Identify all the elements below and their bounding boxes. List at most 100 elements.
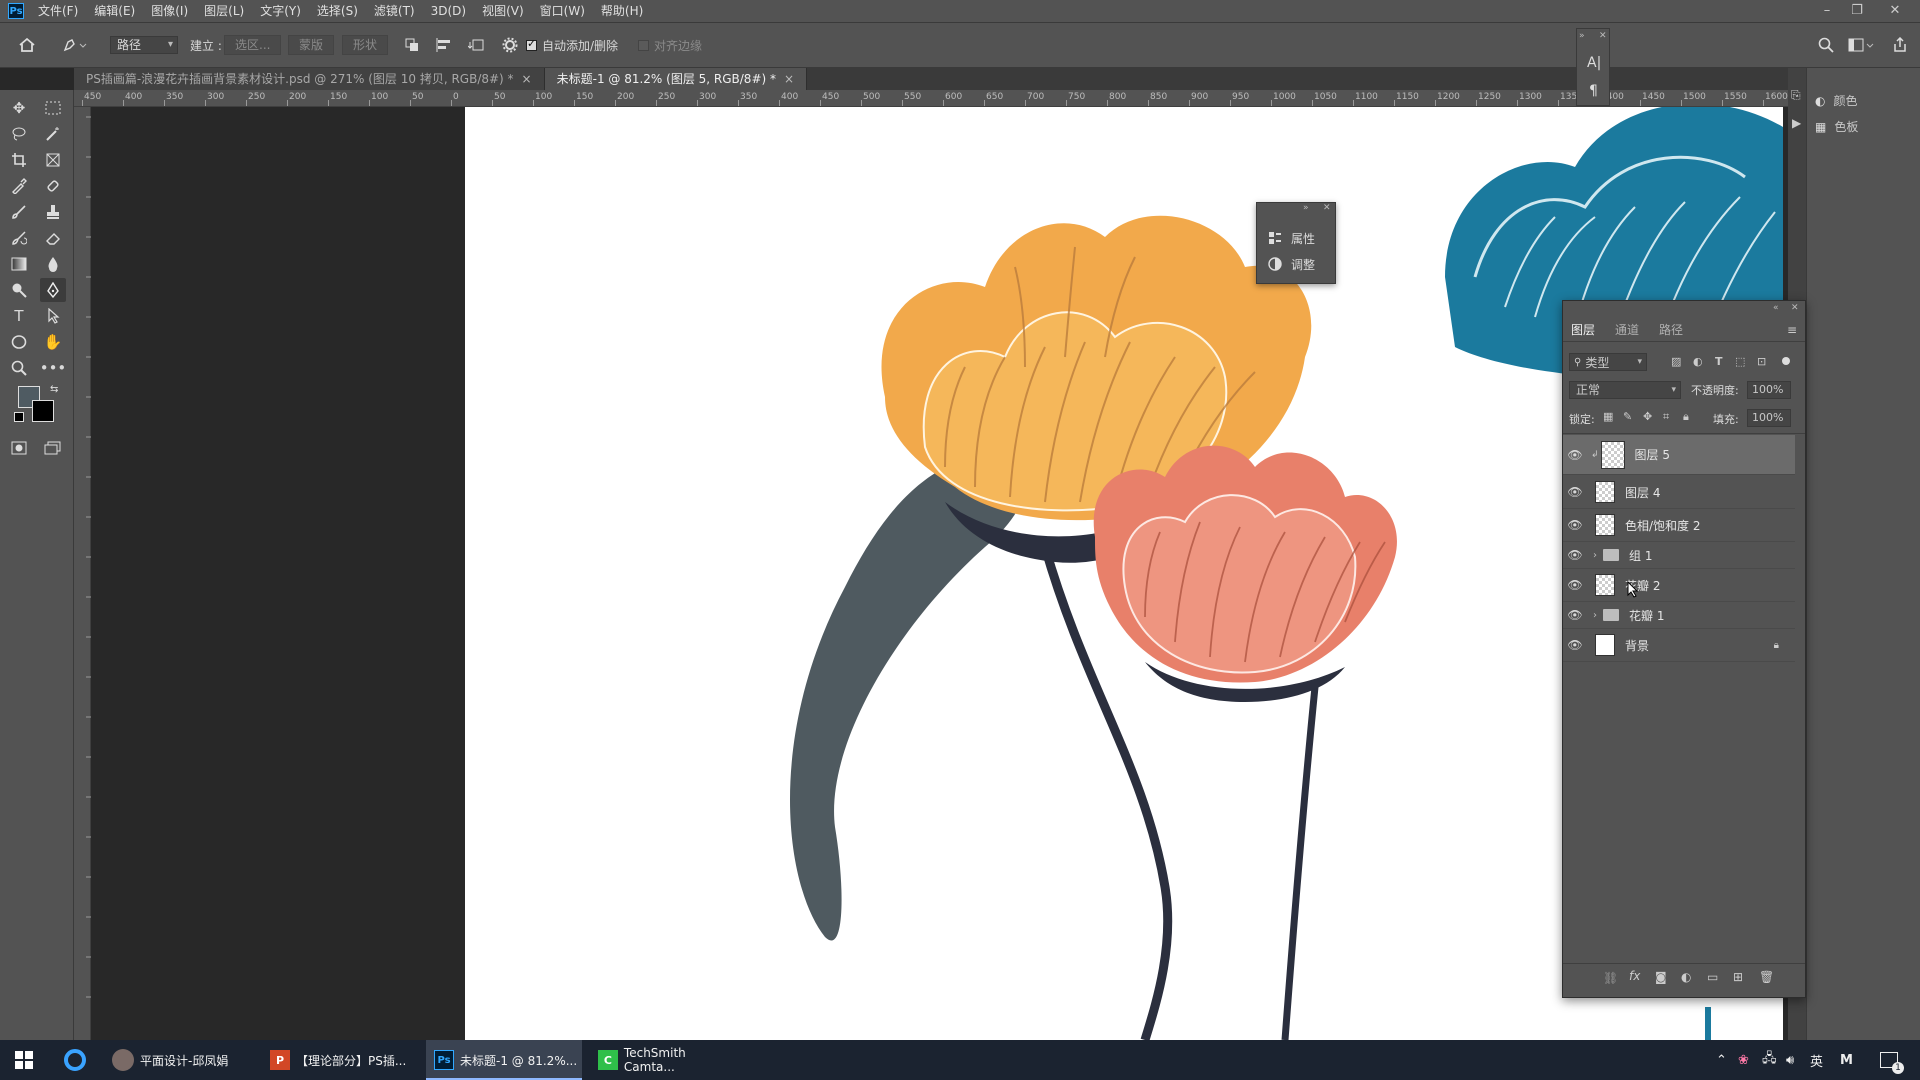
new-adjustment-icon[interactable]: ◐ xyxy=(1681,970,1691,984)
filter-adjustment-icon[interactable]: ◐ xyxy=(1693,355,1703,368)
menu-layer[interactable]: 图层(L) xyxy=(196,0,252,22)
windows-start-icon[interactable] xyxy=(10,1040,38,1080)
default-colors-icon[interactable] xyxy=(14,412,24,422)
swap-colors-icon[interactable]: ⇆ xyxy=(50,384,58,395)
quick-mask-icon[interactable] xyxy=(6,436,32,460)
path-arrangement-icon[interactable] xyxy=(468,23,486,67)
lock-artboard-icon[interactable]: ⌗ xyxy=(1663,410,1669,424)
opacity-input[interactable]: 100% xyxy=(1747,381,1791,399)
tray-overflow-icon[interactable]: ⌃ xyxy=(1716,1040,1727,1080)
make-shape-button[interactable]: 形状 xyxy=(342,35,389,55)
history-brush-icon[interactable] xyxy=(6,226,32,250)
visibility-eye-icon[interactable]: 👁︎ xyxy=(1563,518,1587,532)
make-mask-button[interactable]: 蒙版 xyxy=(288,35,335,55)
type-tool-icon[interactable]: T xyxy=(6,304,32,328)
layer-row[interactable]: 👁︎ 图层 4 xyxy=(1563,476,1795,509)
collapse-icon[interactable]: » xyxy=(1303,203,1309,213)
blur-tool-icon[interactable] xyxy=(40,252,66,276)
pen-tool-icon[interactable] xyxy=(40,278,66,302)
gear-icon[interactable] xyxy=(502,23,518,67)
lock-all-icon[interactable]: 🔒︎ xyxy=(1683,410,1689,424)
swatches-panel-tab[interactable]: ▦ 色板 xyxy=(1815,118,1858,135)
healing-brush-icon[interactable] xyxy=(40,174,66,198)
network-icon[interactable]: 🖧︎ xyxy=(1762,1040,1777,1080)
tab-psd-document[interactable]: PS插画篇-浪漫花卉插画背景素材设计.psd @ 271% (图层 10 拷贝,… xyxy=(74,68,545,90)
tab-untitled-1[interactable]: 未标题-1 @ 81.2% (图层 5, RGB/8#) * × xyxy=(544,68,808,90)
panel-menu-icon[interactable]: ≡ xyxy=(1787,323,1797,337)
layer-row[interactable]: 👁︎ 背景 🔒︎ xyxy=(1563,629,1795,662)
history-icon[interactable]: ⎘ xyxy=(1791,88,1801,103)
fx-icon[interactable]: fx xyxy=(1629,969,1640,983)
menu-type[interactable]: 文字(Y) xyxy=(252,0,309,22)
fill-input[interactable]: 100% xyxy=(1747,409,1791,427)
close-tab-icon[interactable]: × xyxy=(784,72,794,86)
layer-row[interactable]: 👁︎ 色相/饱和度 2 xyxy=(1563,509,1795,542)
taskbar-item-wechat-chat[interactable]: 平面设计-邱凤娟 xyxy=(104,1040,254,1080)
layer-row[interactable]: 👁︎ › 花瓣 1 xyxy=(1563,602,1795,629)
move-tool-icon[interactable]: ✥ xyxy=(6,96,32,120)
expand-chevron-icon[interactable]: › xyxy=(1593,550,1597,561)
close-window-icon[interactable]: ✕ xyxy=(1880,0,1910,22)
minimize-icon[interactable]: – xyxy=(1812,0,1842,22)
align-edges-checkbox[interactable] xyxy=(638,39,649,51)
lock-image-icon[interactable]: ✎ xyxy=(1623,410,1632,423)
eyedropper-icon[interactable] xyxy=(6,174,32,198)
menu-help[interactable]: 帮助(H) xyxy=(593,0,651,22)
color-panel-tab[interactable]: ◐ 颜色 xyxy=(1815,92,1858,109)
auto-add-delete-checkbox[interactable] xyxy=(526,37,537,51)
pen-tool-preset-icon[interactable] xyxy=(62,23,88,67)
path-alignment-icon[interactable] xyxy=(436,23,452,67)
menu-select[interactable]: 选择(S) xyxy=(309,0,366,22)
menu-3d[interactable]: 3D(D) xyxy=(423,0,474,22)
background-color-swatch[interactable] xyxy=(32,400,54,422)
taskbar-item-camtasia[interactable]: C TechSmith Camta... xyxy=(590,1040,740,1080)
adjustments-tab[interactable]: 调整 xyxy=(1267,253,1315,275)
lock-transparent-icon[interactable]: ▦ xyxy=(1603,410,1613,423)
expand-chevron-icon[interactable]: › xyxy=(1593,610,1597,621)
new-layer-icon[interactable]: ⊞ xyxy=(1733,970,1743,984)
taskbar-item-powerpoint[interactable]: P 【理论部分】PS插... xyxy=(262,1040,418,1080)
tab-layers[interactable]: 图层 xyxy=(1571,319,1595,341)
search-icon[interactable] xyxy=(1818,23,1834,67)
layer-row[interactable]: 👁︎ 花瓣 2 xyxy=(1563,569,1795,602)
tab-paths[interactable]: 路径 xyxy=(1659,319,1683,341)
hand-tool-icon[interactable]: ✋ xyxy=(40,330,66,354)
lasso-tool-icon[interactable] xyxy=(6,122,32,146)
new-group-icon[interactable]: ▭ xyxy=(1707,970,1718,984)
layer-filter-select[interactable]: ⚲ 类型 ▾ xyxy=(1569,353,1647,371)
photoshop-logo-icon[interactable]: Ps xyxy=(8,3,24,19)
menu-image[interactable]: 图像(I) xyxy=(143,0,196,22)
tray-app-icon[interactable]: ❀ xyxy=(1738,1040,1749,1080)
more-tools-icon[interactable]: ••• xyxy=(40,356,67,380)
frame-tool-icon[interactable] xyxy=(40,148,66,172)
ellipse-tool-icon[interactable] xyxy=(6,330,32,354)
magic-wand-icon[interactable] xyxy=(40,122,66,146)
menu-window[interactable]: 窗口(W) xyxy=(532,0,593,22)
brush-tool-icon[interactable] xyxy=(6,200,32,224)
make-selection-button[interactable]: 选区... xyxy=(224,35,282,55)
menu-file[interactable]: 文件(F) xyxy=(30,0,86,22)
link-layers-icon[interactable]: ⛓︎ xyxy=(1603,971,1618,985)
close-panel-icon[interactable]: ✕ xyxy=(1323,203,1331,213)
add-mask-icon[interactable]: ◙ xyxy=(1655,970,1667,984)
path-selection-icon[interactable] xyxy=(40,304,66,328)
menu-edit[interactable]: 编辑(E) xyxy=(86,0,143,22)
dodge-tool-icon[interactable] xyxy=(6,278,32,302)
marquee-tool-icon[interactable] xyxy=(40,96,66,120)
filter-shape-icon[interactable]: ⬚ xyxy=(1735,355,1745,368)
close-tab-icon[interactable]: × xyxy=(522,72,532,86)
taskbar-item-photoshop[interactable]: Ps 未标题-1 @ 81.2%... xyxy=(426,1040,582,1080)
gradient-tool-icon[interactable] xyxy=(6,252,32,276)
close-panel-icon[interactable]: ✕ xyxy=(1791,303,1799,313)
blend-mode-select[interactable]: 正常 ▾ xyxy=(1569,381,1681,399)
layer-row[interactable]: 👁︎ › 组 1 xyxy=(1563,542,1795,569)
visibility-eye-icon[interactable]: 👁︎ xyxy=(1563,448,1587,462)
tab-channels[interactable]: 通道 xyxy=(1615,319,1639,341)
visibility-eye-icon[interactable]: 👁︎ xyxy=(1563,638,1587,652)
layer-row[interactable]: 👁︎ ↲ 图层 5 xyxy=(1563,435,1795,475)
trash-icon[interactable]: 🗑︎ xyxy=(1759,970,1774,984)
tool-mode-select[interactable]: 路径 xyxy=(110,36,178,54)
crop-tool-icon[interactable] xyxy=(6,148,32,172)
filter-pixel-icon[interactable]: ▨ xyxy=(1671,355,1681,368)
collapse-icon[interactable]: « xyxy=(1773,303,1779,313)
